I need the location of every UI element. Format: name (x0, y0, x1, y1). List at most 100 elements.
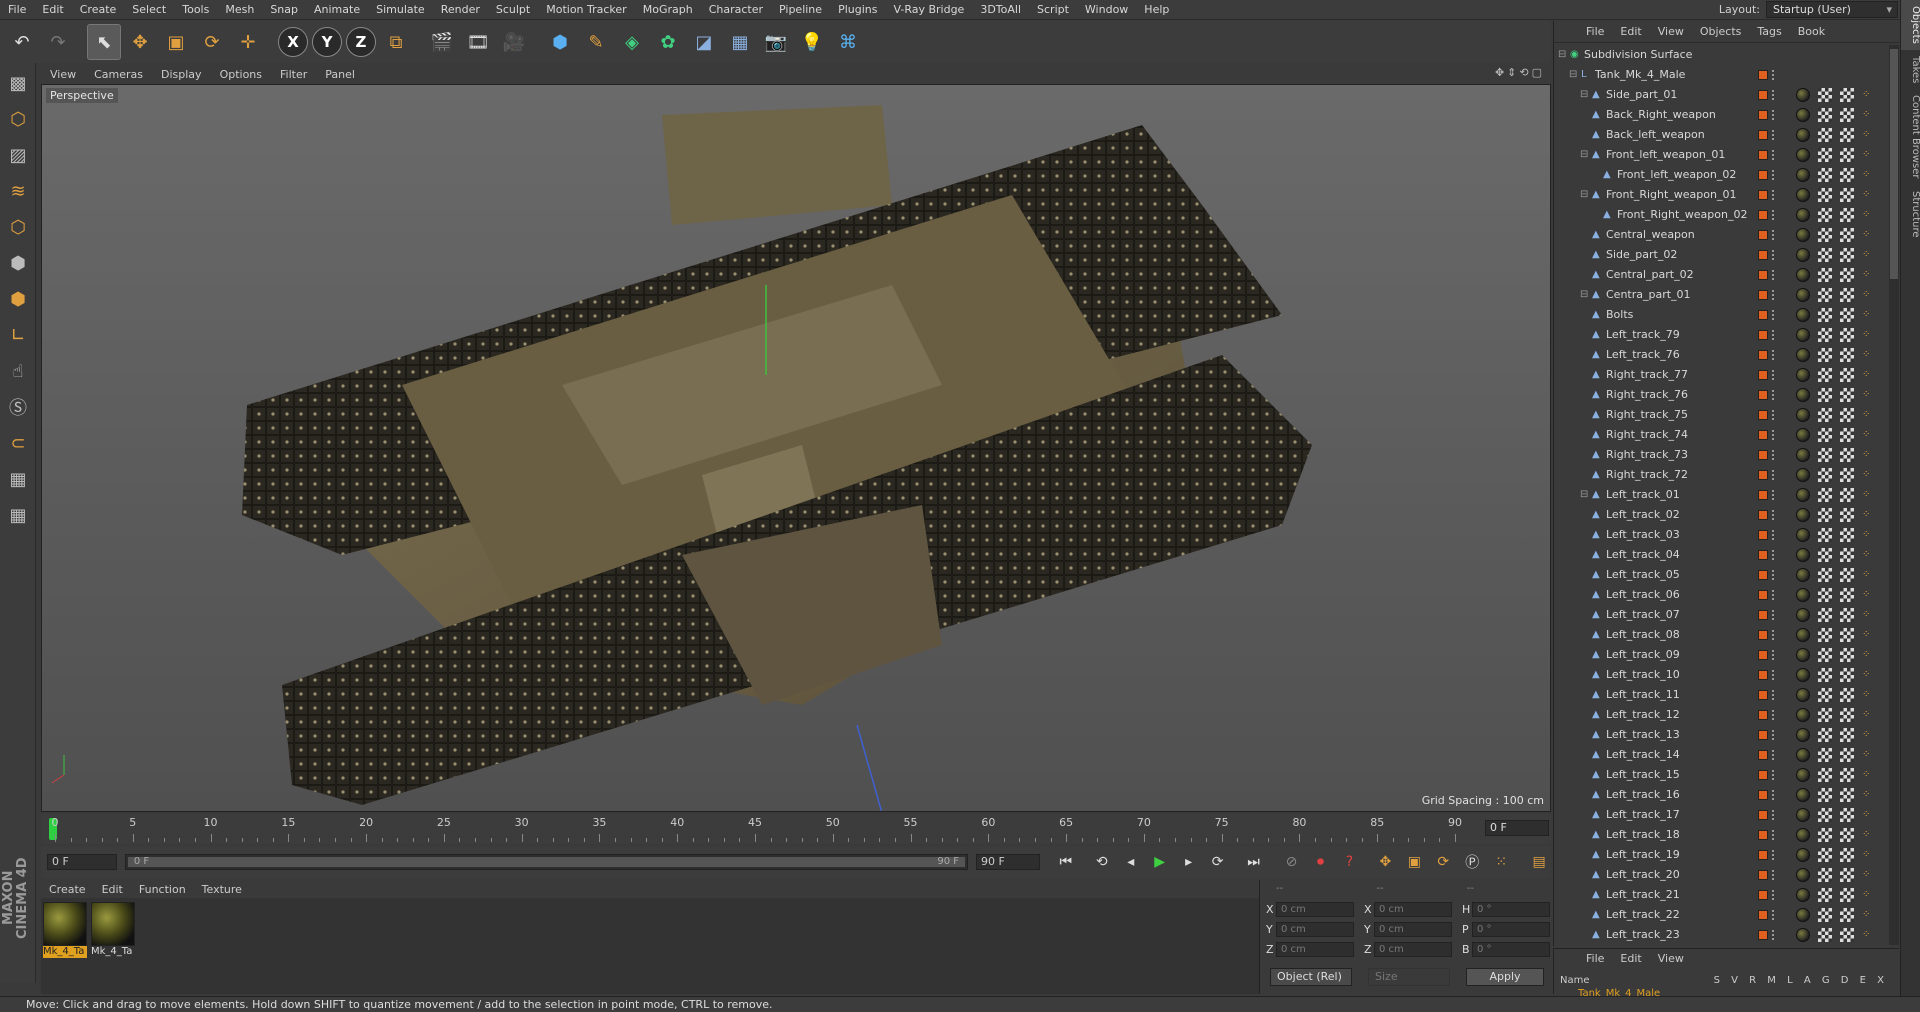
key-position-icon[interactable]: ✥ (1373, 851, 1397, 873)
visibility-dots[interactable] (1772, 510, 1776, 520)
expand-toggle-icon[interactable]: ⊟ (1580, 189, 1590, 201)
menu-mograph[interactable]: MoGraph (635, 0, 701, 20)
layer-color-swatch[interactable] (1758, 590, 1768, 600)
phong-tag-icon[interactable]: ⁘ (1862, 888, 1876, 902)
uvw-tag-icon[interactable] (1818, 568, 1832, 582)
material-menu-create[interactable]: Create (41, 883, 94, 896)
selection-tag-icon[interactable] (1840, 408, 1854, 422)
object-row[interactable]: ⊟ ▲ Side_part_01 ⁘ (1554, 85, 1900, 105)
material-tag-icon[interactable] (1796, 208, 1810, 222)
visibility-dots[interactable] (1772, 290, 1776, 300)
object-row[interactable]: ▲ Left_track_12 ⁘ (1554, 705, 1900, 725)
phong-tag-icon[interactable]: ⁘ (1862, 788, 1876, 802)
uvw-tag-icon[interactable] (1818, 648, 1832, 662)
object-row[interactable]: ▲ Left_track_16 ⁘ (1554, 785, 1900, 805)
object-row[interactable]: ▲ Left_track_15 ⁘ (1554, 765, 1900, 785)
object-row[interactable]: ⊟ ▲ Front_Right_weapon_01 ⁘ (1554, 185, 1900, 205)
layer-color-swatch[interactable] (1758, 450, 1768, 460)
visibility-dots[interactable] (1772, 910, 1776, 920)
selection-tag-icon[interactable] (1840, 748, 1854, 762)
render-picture-viewer-icon[interactable]: 🎞 (462, 25, 494, 59)
material-tag-icon[interactable] (1796, 928, 1810, 942)
material-manager[interactable]: Mk_4_Ta Mk_4_Ta (41, 898, 1259, 994)
object-row[interactable]: ▲ Left_track_20 ⁘ (1554, 865, 1900, 885)
visibility-dots[interactable] (1772, 70, 1776, 80)
object-row[interactable]: ▲ Left_track_07 ⁘ (1554, 605, 1900, 625)
material-tag-icon[interactable] (1796, 568, 1810, 582)
layer-color-swatch[interactable] (1758, 510, 1768, 520)
uvw-tag-icon[interactable] (1818, 208, 1832, 222)
object-row[interactable]: ▲ Back_Right_weapon ⁘ (1554, 105, 1900, 125)
uvw-tag-icon[interactable] (1818, 448, 1832, 462)
uvw-tag-icon[interactable] (1818, 388, 1832, 402)
visibility-dots[interactable] (1772, 190, 1776, 200)
object-row[interactable]: ⊟ ▲ Left_track_01 ⁘ (1554, 485, 1900, 505)
object-row[interactable]: ▲ Left_track_08 ⁘ (1554, 625, 1900, 645)
rotate-tool-icon[interactable]: ⟳ (196, 25, 228, 59)
selection-tag-icon[interactable] (1840, 628, 1854, 642)
menu-create[interactable]: Create (72, 0, 125, 20)
visibility-dots[interactable] (1772, 250, 1776, 260)
z-axis-gizmo[interactable] (856, 724, 883, 812)
material-tag-icon[interactable] (1796, 808, 1810, 822)
material-tag-icon[interactable] (1796, 308, 1810, 322)
uvw-tag-icon[interactable] (1818, 188, 1832, 202)
selection-tag-icon[interactable] (1840, 928, 1854, 942)
expand-toggle-icon[interactable]: ⊟ (1580, 289, 1590, 301)
layer-color-swatch[interactable] (1758, 690, 1768, 700)
material-tag-icon[interactable] (1796, 748, 1810, 762)
object-row[interactable]: ▲ Front_Right_weapon_02 ⁘ (1554, 205, 1900, 225)
uvw-tag-icon[interactable] (1818, 128, 1832, 142)
selection-tag-icon[interactable] (1840, 268, 1854, 282)
object-row[interactable]: ▲ Left_track_19 ⁘ (1554, 845, 1900, 865)
phong-tag-icon[interactable]: ⁘ (1862, 168, 1876, 182)
uvw-tag-icon[interactable] (1818, 528, 1832, 542)
uvw-tag-icon[interactable] (1818, 428, 1832, 442)
phong-tag-icon[interactable]: ⁘ (1862, 208, 1876, 222)
visibility-dots[interactable] (1772, 870, 1776, 880)
material-tag-icon[interactable] (1796, 168, 1810, 182)
z-axis-lock-button[interactable]: Z (346, 27, 376, 57)
phong-tag-icon[interactable]: ⁘ (1862, 708, 1876, 722)
phong-tag-icon[interactable]: ⁘ (1862, 808, 1876, 822)
phong-tag-icon[interactable]: ⁘ (1862, 328, 1876, 342)
recent-tool-icon[interactable]: ✛ (232, 25, 264, 59)
phong-tag-icon[interactable]: ⁘ (1862, 188, 1876, 202)
deformer-icon[interactable]: ◪ (688, 25, 720, 59)
visibility-dots[interactable] (1772, 450, 1776, 460)
material-swatch[interactable]: Mk_4_Ta (91, 902, 135, 958)
uvw-tag-icon[interactable] (1818, 688, 1832, 702)
record-keys-icon[interactable]: ⏺ (1308, 851, 1332, 873)
selection-tag-icon[interactable] (1840, 368, 1854, 382)
phong-tag-icon[interactable]: ⁘ (1862, 588, 1876, 602)
selection-tag-icon[interactable] (1840, 768, 1854, 782)
layer-color-swatch[interactable] (1758, 670, 1768, 680)
material-tag-icon[interactable] (1796, 628, 1810, 642)
uvw-tag-icon[interactable] (1818, 408, 1832, 422)
selection-tag-icon[interactable] (1840, 448, 1854, 462)
object-row[interactable]: ▲ Right_track_73 ⁘ (1554, 445, 1900, 465)
phong-tag-icon[interactable]: ⁘ (1862, 428, 1876, 442)
layout-select[interactable]: Startup (User) (1766, 1, 1898, 18)
selection-tag-icon[interactable] (1840, 728, 1854, 742)
viewport-camera-label[interactable]: Perspective (46, 88, 118, 103)
timeline-ruler[interactable]: 0 5 10 15 20 25 30 35 40 45 50 55 60 65 70 75 80 85 90 0 F (41, 814, 1551, 844)
key-rotation-icon[interactable]: ⟳ (1431, 851, 1455, 873)
coord-value-field[interactable]: 0 cm (1276, 922, 1354, 937)
current-frame-field[interactable]: 0 F (1485, 820, 1549, 836)
layer-color-swatch[interactable] (1758, 270, 1768, 280)
timeline-window-icon[interactable]: ▤ (1527, 851, 1551, 873)
uvw-tag-icon[interactable] (1818, 808, 1832, 822)
visibility-dots[interactable] (1772, 350, 1776, 360)
material-tag-icon[interactable] (1796, 148, 1810, 162)
material-tag-icon[interactable] (1796, 268, 1810, 282)
material-tag-icon[interactable] (1796, 448, 1810, 462)
material-tag-icon[interactable] (1796, 368, 1810, 382)
coordinate-system-icon[interactable]: ⧉ (380, 25, 412, 59)
visibility-dots[interactable] (1772, 670, 1776, 680)
cube-primitive-icon[interactable]: ⬢ (544, 25, 576, 59)
start-frame-field[interactable]: 0 F (47, 854, 117, 870)
selection-tag-icon[interactable] (1840, 528, 1854, 542)
object-row[interactable]: ▲ Right_track_77 ⁘ (1554, 365, 1900, 385)
phong-tag-icon[interactable]: ⁘ (1862, 648, 1876, 662)
